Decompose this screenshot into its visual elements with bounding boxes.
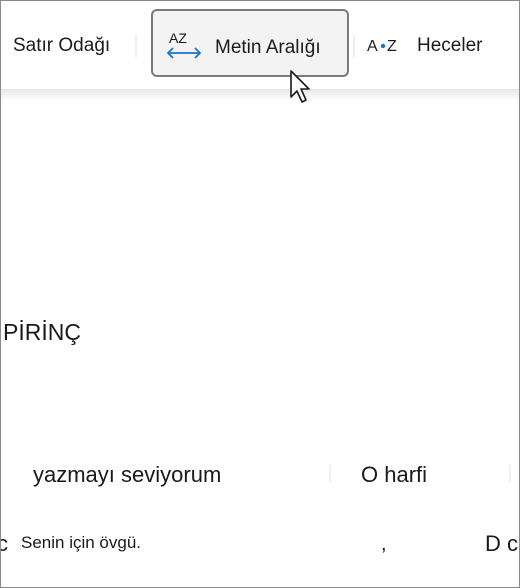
- immersive-reader-window: Satır Odağı AZ Metin Aralığı A Z Heceler: [0, 0, 520, 588]
- letter-o-phrase: O harfi: [361, 462, 428, 487]
- word-rice: PİRİNÇ: [3, 319, 81, 345]
- line-focus-label: Satır Odağı: [13, 35, 111, 56]
- phrase-writing: yazmayı seviyorum: [33, 462, 222, 487]
- syllables-label: Heceler: [417, 35, 483, 56]
- grammar-toolbar: Satır Odağı AZ Metin Aralığı A Z Heceler: [1, 1, 519, 89]
- toolbar-separator: [353, 35, 355, 57]
- toolbar-shadow: [1, 89, 519, 101]
- text-spacing-icon: AZ: [166, 30, 202, 59]
- toolbar-separator: [135, 35, 137, 57]
- line-focus-button[interactable]: Satır Odağı: [13, 31, 110, 61]
- syllables-icon: A Z: [367, 38, 397, 55]
- fragment-right: D c: [485, 531, 518, 556]
- fragment-left: c: [1, 531, 8, 557]
- syllables-button[interactable]: A Z Heceler: [367, 31, 482, 61]
- word-divider: [509, 465, 511, 483]
- svg-text:Z: Z: [387, 38, 397, 55]
- word-divider: [329, 465, 331, 483]
- svg-text:A: A: [367, 38, 378, 55]
- praise-text: Senin için övgü.: [21, 533, 142, 552]
- text-spacing-button[interactable]: AZ Metin Aralığı: [151, 9, 349, 77]
- svg-text:AZ: AZ: [169, 30, 187, 46]
- text-spacing-label: Metin Aralığı: [215, 37, 321, 58]
- mouse-pointer-icon: [290, 70, 310, 103]
- fragment-comma: ,: [381, 533, 387, 555]
